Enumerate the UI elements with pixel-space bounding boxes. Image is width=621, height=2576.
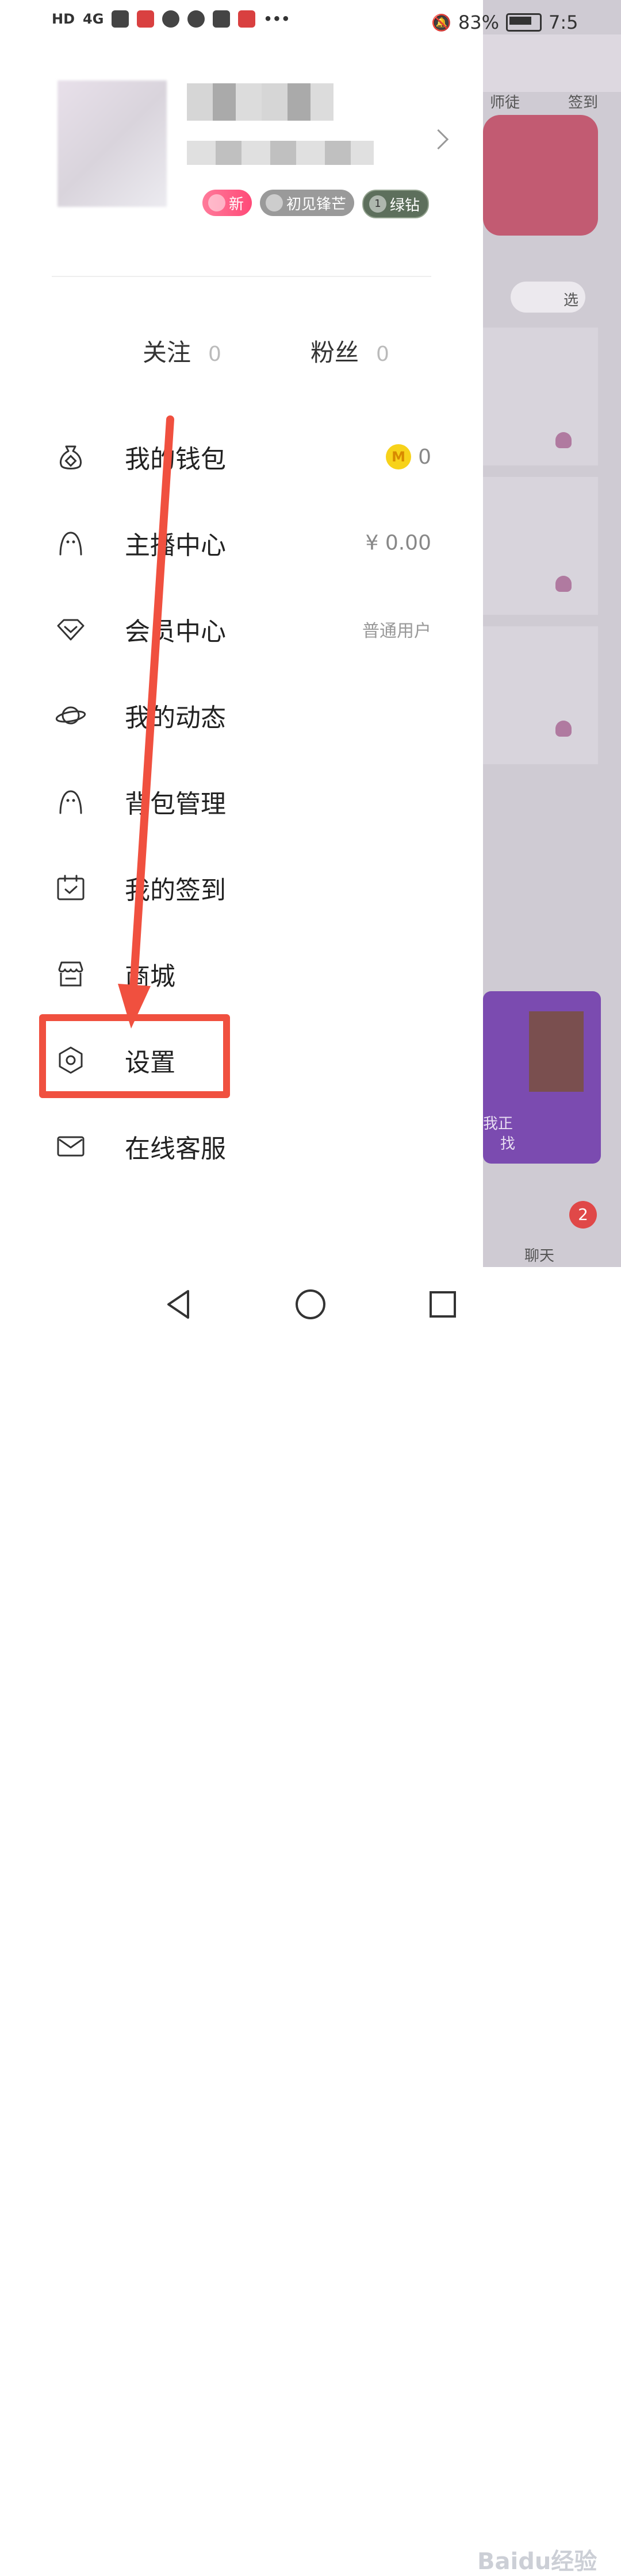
chat-notification-icon bbox=[162, 10, 180, 28]
battery-icon bbox=[506, 13, 542, 32]
followers-label: 粉丝 bbox=[310, 338, 359, 367]
chat-badge: 2 bbox=[569, 1201, 597, 1229]
signal-icon bbox=[112, 10, 129, 28]
user-icon bbox=[555, 576, 572, 592]
alipay-notification-icon bbox=[213, 10, 231, 28]
battery-percent: 83% bbox=[458, 11, 499, 33]
huawei-notification-icon bbox=[238, 10, 256, 28]
membership-level: 普通用户 bbox=[362, 621, 431, 641]
bg-filter-chip[interactable]: 选 bbox=[511, 282, 585, 313]
menu-label: 主播中心 bbox=[125, 531, 226, 560]
menu-label: 商城 bbox=[125, 962, 175, 991]
menu-item-host-center[interactable]: 主播中心 ¥ 0.00 bbox=[0, 500, 483, 586]
home-icon[interactable] bbox=[290, 1284, 331, 1324]
menu-label: 在线客服 bbox=[125, 1134, 226, 1164]
back-icon[interactable] bbox=[158, 1284, 198, 1324]
new-badge: 新 bbox=[202, 190, 252, 216]
social-stats: 关注 0 粉丝 0 bbox=[0, 333, 483, 368]
settings-highlight-box bbox=[39, 1014, 230, 1098]
menu-item-moments[interactable]: 我的动态 bbox=[0, 672, 483, 758]
store-icon bbox=[55, 958, 87, 990]
clock: 7:5 bbox=[549, 11, 578, 33]
hd-indicator: HD bbox=[52, 11, 75, 27]
menu-label: 我的签到 bbox=[125, 876, 226, 905]
planet-icon bbox=[55, 699, 87, 731]
following-count: 0 bbox=[208, 342, 221, 366]
host-icon bbox=[55, 527, 87, 559]
user-name-blurred bbox=[187, 83, 334, 121]
bg-tab-master[interactable]: 师徒 bbox=[490, 91, 520, 112]
user-icon bbox=[555, 432, 572, 448]
profile-chevron-icon[interactable] bbox=[428, 129, 449, 150]
profile-divider bbox=[52, 276, 431, 277]
mute-bell-icon: 🔕 bbox=[431, 13, 451, 32]
wallet-value: 0 bbox=[418, 445, 431, 469]
status-left-icons: HD 4G ••• bbox=[52, 10, 290, 28]
level-badge-label: 初见锋芒 bbox=[286, 195, 347, 213]
followers-count: 0 bbox=[376, 342, 389, 366]
bg-promo-image bbox=[483, 115, 598, 236]
diamond-icon bbox=[55, 613, 87, 645]
network-indicator: 4G bbox=[83, 11, 104, 27]
new-badge-label: 新 bbox=[229, 195, 244, 213]
heart-icon bbox=[208, 194, 225, 211]
hand-notification-icon bbox=[187, 10, 205, 28]
user-icon bbox=[555, 721, 572, 737]
bg-card-1[interactable] bbox=[483, 328, 598, 465]
bg-tab-checkin[interactable]: 签到 bbox=[568, 91, 598, 112]
bg-banner-text-2: 找 bbox=[500, 1135, 516, 1153]
bg-card-2[interactable] bbox=[483, 477, 598, 615]
following-label: 关注 bbox=[143, 338, 191, 367]
status-right-icons: 🔕 83% 7:5 bbox=[431, 11, 578, 33]
bg-tab-chat[interactable]: 聊天 bbox=[524, 1244, 554, 1265]
menu-label: 背包管理 bbox=[125, 790, 226, 819]
vip-level-number: 1 bbox=[369, 195, 387, 213]
calendar-check-icon bbox=[55, 872, 87, 904]
menu-label: 我的动态 bbox=[125, 703, 226, 733]
watermark: Baidu经验 bbox=[477, 2548, 597, 2575]
menu-item-wallet[interactable]: 我的钱包 M 0 bbox=[0, 414, 483, 500]
mail-icon bbox=[55, 1130, 87, 1162]
backpack-icon bbox=[55, 785, 87, 818]
wallet-balance: M 0 bbox=[386, 444, 431, 469]
more-notifications-icon: ••• bbox=[263, 11, 290, 27]
bg-filter-label: 选 bbox=[563, 292, 578, 309]
coin-icon: M bbox=[386, 444, 412, 469]
user-id-blurred bbox=[187, 141, 374, 165]
menu-item-checkin[interactable]: 我的签到 bbox=[0, 845, 483, 931]
vip-badge-label: 绿钻 bbox=[390, 197, 420, 214]
menu-label: 我的钱包 bbox=[125, 445, 226, 474]
recents-icon[interactable] bbox=[423, 1284, 463, 1324]
vip-badge: 1 绿钻 bbox=[362, 190, 430, 218]
app-notification-icon bbox=[137, 10, 155, 28]
menu-item-customer-service[interactable]: 在线客服 bbox=[0, 1103, 483, 1189]
level-badge: 初见锋芒 bbox=[260, 190, 355, 216]
system-nav-bar: Baidu经验 bbox=[0, 1267, 621, 2575]
avatar[interactable] bbox=[57, 80, 167, 207]
menu-item-backpack[interactable]: 背包管理 bbox=[0, 758, 483, 845]
bg-card-3[interactable] bbox=[483, 626, 598, 764]
status-bar: HD 4G ••• 🔕 83% 7:5 bbox=[0, 0, 621, 46]
menu-item-membership[interactable]: 会员中心 普通用户 bbox=[0, 586, 483, 672]
bg-banner-text-1: 我正 bbox=[483, 1115, 513, 1133]
menu-label: 会员中心 bbox=[125, 617, 226, 646]
profile-badges: 新 初见锋芒 1 绿钻 bbox=[202, 190, 430, 218]
bg-banner-avatar bbox=[529, 1011, 584, 1092]
background-app-panel: 师徒 签到 选 我正 找 2 聊天 bbox=[483, 0, 621, 1267]
followers-stat[interactable]: 粉丝 0 bbox=[310, 333, 389, 368]
following-stat[interactable]: 关注 0 bbox=[143, 333, 221, 368]
level-icon bbox=[266, 194, 283, 211]
host-earnings: ¥ 0.00 bbox=[365, 531, 431, 555]
wallet-icon bbox=[55, 441, 87, 473]
menu-item-store[interactable]: 商城 bbox=[0, 931, 483, 1017]
